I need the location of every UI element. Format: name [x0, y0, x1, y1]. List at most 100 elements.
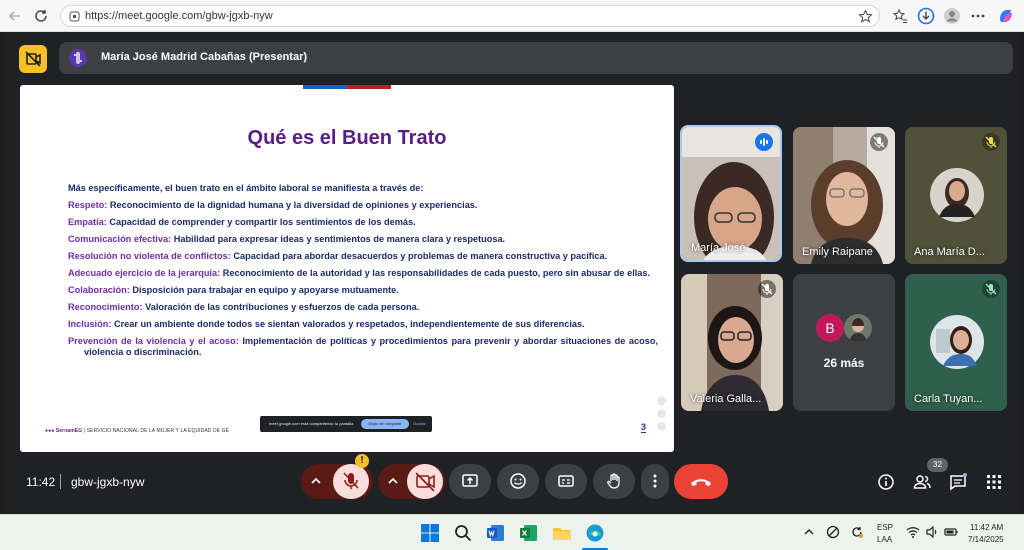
apps-grid-icon: [987, 475, 1001, 489]
item-text: Capacidad de comprender y compartir los …: [106, 217, 416, 227]
url-text: https://meet.google.com/gbw-jgxb-nyw: [85, 10, 273, 22]
camera-control: [378, 464, 445, 499]
list-item: Prevención de la violencia y el acoso: I…: [68, 336, 658, 358]
refresh-tray-icon[interactable]: [850, 525, 864, 539]
edge-browser-icon[interactable]: [585, 523, 605, 543]
item-text: Habilidad para expresar ideas y sentimie…: [171, 234, 506, 244]
list-item: Inclusión: Crear un ambiente donde todos…: [68, 319, 658, 330]
more-participants-tile[interactable]: B 26 más: [793, 274, 895, 411]
participant-name: Emily Raipane: [802, 246, 873, 258]
slide-footer: ●●● SernamEG | SERVICIO NACIONAL DE LA M…: [45, 428, 229, 434]
search-icon[interactable]: [453, 523, 473, 543]
site-info-icon[interactable]: [68, 10, 81, 23]
slide-nav-dot: [657, 396, 666, 405]
leave-call-button[interactable]: [674, 464, 728, 499]
participant-name: Ana María D...: [914, 246, 985, 258]
item-text: Reconocimiento de la dignidad humana y l…: [107, 200, 478, 210]
participant-tile[interactable]: María José ...: [680, 125, 782, 262]
camera-off-icon: [25, 51, 41, 67]
camera-toggle-button[interactable]: [407, 464, 443, 499]
item-text: Crear un ambiente donde todos se sientan…: [111, 319, 585, 329]
info-icon: [878, 474, 894, 490]
screen-share-bar: meet.google.com está compartiendo tu pan…: [260, 416, 432, 432]
activities-button[interactable]: [985, 473, 1003, 491]
input-layout[interactable]: LAA: [877, 535, 892, 544]
mic-muted-indicator: [870, 133, 888, 151]
file-explorer-icon[interactable]: [552, 523, 572, 543]
captions-button[interactable]: [545, 464, 587, 499]
mic-muted-indicator: [982, 133, 1000, 151]
mic-muted-indicator: [982, 280, 1000, 298]
battery-icon[interactable]: [944, 525, 958, 539]
item-key: Respeto:: [68, 200, 108, 210]
profile-icon[interactable]: [943, 7, 961, 25]
mic-toggle-button[interactable]: [333, 464, 369, 499]
slide-accent-red: [347, 85, 391, 89]
sernameg-logo-icon: ●●●: [45, 428, 56, 434]
item-key: Resolución no violenta de conflictos:: [68, 251, 231, 261]
camera-off-indicator[interactable]: [19, 45, 47, 73]
list-item: Respeto: Reconocimiento de la dignidad h…: [68, 200, 658, 211]
list-item: Empatía: Capacidad de comprender y compa…: [68, 217, 658, 228]
participant-tile[interactable]: Ana María D...: [905, 127, 1007, 264]
chevron-up-icon[interactable]: [802, 525, 816, 539]
slide-accent-blue: [303, 85, 347, 89]
mic-options-button[interactable]: [307, 472, 325, 490]
camera-options-button[interactable]: [384, 472, 402, 490]
wifi-icon[interactable]: [906, 525, 920, 539]
item-text: Valoración de las contribuciones y esfue…: [142, 302, 420, 312]
meeting-info-button[interactable]: [877, 473, 895, 491]
chat-button[interactable]: [949, 473, 967, 491]
list-item: Resolución no violenta de conflictos: Ca…: [68, 251, 658, 262]
more-options-button[interactable]: [641, 464, 669, 499]
downloads-icon[interactable]: [917, 7, 935, 25]
presenter-banner: María José Madrid Cabañas (Presentar): [59, 42, 1013, 74]
input-language[interactable]: ESP: [877, 523, 893, 532]
participant-tile[interactable]: Carla Tuyan...: [905, 274, 1007, 411]
star-icon[interactable]: [858, 9, 873, 24]
slide-page-number: 3: [641, 422, 647, 433]
browser-toolbar: https://meet.google.com/gbw-jgxb-nyw: [0, 0, 1024, 32]
windows-start-icon[interactable]: [420, 523, 440, 543]
copilot-icon[interactable]: [997, 7, 1015, 25]
participant-tile[interactable]: Valeria Galla...: [681, 274, 783, 411]
volume-icon[interactable]: [925, 525, 939, 539]
excel-icon[interactable]: [519, 523, 539, 543]
emoji-icon: [509, 472, 527, 490]
item-key: Adecuado ejercicio de la jerarquía:: [68, 268, 221, 278]
mic-muted-indicator: [758, 280, 776, 298]
present-button[interactable]: [449, 464, 491, 499]
item-key: Comunicación efectiva:: [68, 234, 172, 244]
meet-window: María José Madrid Cabañas (Presentar) Qu…: [0, 32, 1024, 514]
item-key: Prevención de la violencia y el acoso:: [68, 336, 239, 346]
more-icon[interactable]: [969, 7, 987, 25]
cloud-sync-icon[interactable]: [826, 525, 840, 539]
hide-share-bar-button[interactable]: Ocultar: [413, 421, 426, 426]
reactions-button[interactable]: [497, 464, 539, 499]
more-vert-icon: [646, 472, 664, 490]
stop-sharing-button[interactable]: Dejar de compartir: [361, 419, 409, 429]
address-bar[interactable]: https://meet.google.com/gbw-jgxb-nyw: [60, 5, 880, 27]
people-button[interactable]: [913, 473, 931, 491]
slide-body: Más específicamente, el buen trato en el…: [68, 183, 658, 364]
raise-hand-button[interactable]: [593, 464, 635, 499]
slide-nav-dot: [657, 409, 666, 418]
meeting-code: gbw-jgxb-nyw: [71, 475, 145, 489]
participant-name: Valeria Galla...: [690, 393, 762, 405]
reload-icon[interactable]: [32, 7, 50, 25]
back-icon[interactable]: [6, 7, 24, 25]
mic-off-icon: [761, 283, 773, 295]
word-icon[interactable]: [486, 523, 506, 543]
favorites-icon[interactable]: [891, 7, 909, 25]
taskbar-date[interactable]: 7/14/2025: [968, 535, 1004, 544]
windows-taskbar: ESP LAA 11:42 AM 7/14/2025: [0, 514, 1024, 550]
microphone-control: !: [301, 454, 373, 499]
present-screen-icon: [461, 472, 479, 490]
taskbar-time[interactable]: 11:42 AM: [970, 523, 1003, 532]
mic-off-icon: [343, 472, 359, 489]
slide-nav-dot: [657, 422, 666, 431]
audio-level-icon: [760, 138, 768, 146]
participant-tile[interactable]: Emily Raipane: [793, 127, 895, 264]
footer-brand: SernamEG: [55, 428, 83, 434]
presenter-label: María José Madrid Cabañas (Presentar): [101, 51, 308, 63]
